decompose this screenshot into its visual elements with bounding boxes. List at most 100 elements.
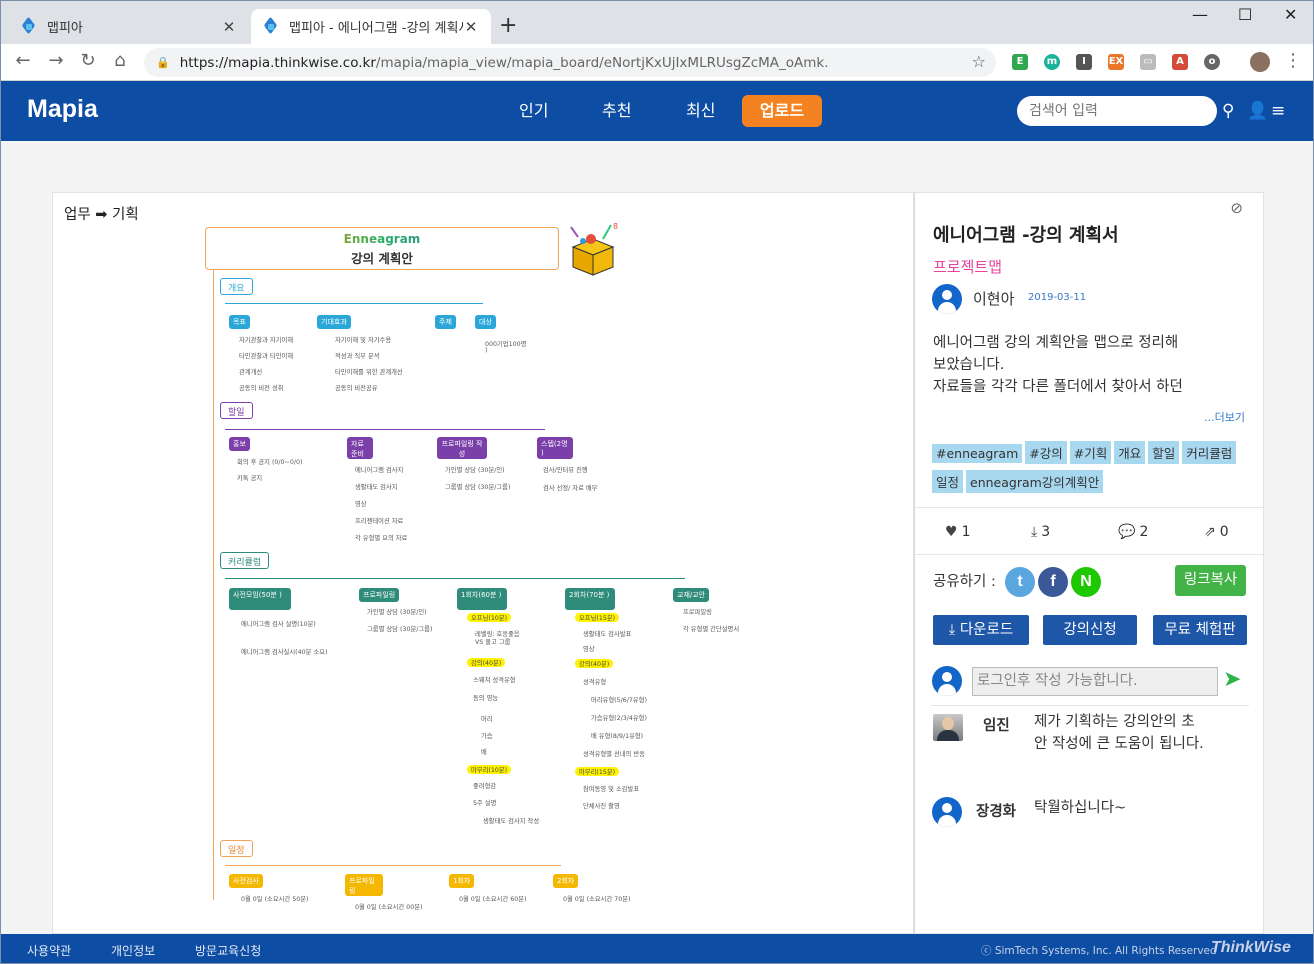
profile-avatar-icon[interactable] <box>1250 52 1270 72</box>
leaf: 각 유형별 간단설명서 <box>683 626 740 633</box>
evernote-extension-icon[interactable]: E <box>1012 54 1028 70</box>
facebook-icon[interactable]: f <box>1038 567 1068 597</box>
tag[interactable]: enneagram강의계획안 <box>966 470 1104 493</box>
card-extension-icon[interactable]: ▭ <box>1140 54 1156 70</box>
user-icon[interactable]: 👤 <box>1247 101 1268 121</box>
tag[interactable]: #강의 <box>1025 441 1067 464</box>
comment-icon: 💬 <box>1118 524 1136 540</box>
search-input[interactable] <box>1017 96 1217 126</box>
hamburger-menu-icon[interactable]: ≡ <box>1271 101 1285 121</box>
new-tab-button[interactable]: + <box>499 13 517 38</box>
mapia-favicon-icon <box>21 19 37 35</box>
tab-close-icon[interactable]: ✕ <box>463 18 479 36</box>
section-curriculum[interactable]: 커리큘럼 <box>220 552 270 569</box>
twitter-icon[interactable]: t <box>1005 567 1035 597</box>
m-extension-icon[interactable]: m <box>1044 54 1060 70</box>
tag[interactable]: 일정 <box>932 470 964 493</box>
ex-extension-icon[interactable]: EX <box>1108 54 1124 70</box>
tab-close-icon[interactable]: ✕ <box>221 18 237 36</box>
footer-terms-link[interactable]: 사용약관 <box>27 942 71 959</box>
comment-input[interactable]: 로그인후 작성 가능합니다. <box>972 667 1218 696</box>
highlight-opening: 오프닝(10분) <box>467 613 512 622</box>
node-textbook[interactable]: 교재/교안 <box>673 588 710 602</box>
forward-icon[interactable]: → <box>44 50 68 71</box>
naver-icon[interactable]: N <box>1071 567 1101 597</box>
node-pre-meeting[interactable]: 사전모임(50분 ) <box>229 588 291 610</box>
leaf: 가인별 상담 (30분/인) <box>445 467 505 474</box>
share-stat[interactable]: ⇗ 0 <box>1204 524 1229 540</box>
close-window-button[interactable]: ✕ <box>1284 5 1297 24</box>
leaf: 000기업100명 <box>485 341 527 348</box>
o-extension-icon[interactable]: o <box>1204 54 1220 70</box>
tab-mapia[interactable]: 맵피아 ✕ <box>9 9 249 44</box>
comment-stat[interactable]: 💬 2 <box>1118 524 1148 540</box>
node-promo[interactable]: 홍보 <box>229 437 250 451</box>
copy-link-button[interactable]: 링크복사 <box>1175 565 1246 596</box>
address-bar: ← → ↻ ⌂ 🔒 https://mapia.thinkwise.co.kr /… <box>1 44 1313 81</box>
hide-panel-icon[interactable]: ⊘ <box>1230 199 1243 217</box>
leaf: 0월 0일 (소요시간 60분) <box>459 896 527 903</box>
leaf: 그룹별 상담 (30분/그룹) <box>445 484 511 491</box>
node-pre-test[interactable]: 사전검사 <box>229 874 263 888</box>
node-material[interactable]: 자료 준비 <box>347 437 373 459</box>
section-todo[interactable]: 할일 <box>220 402 253 419</box>
free-trial-button[interactable]: 무료 체험판 <box>1153 615 1247 645</box>
mindmap[interactable]: Enneagram 강의 계획안 8 개요 목표 기대효과 주제 대상 자기관찰… <box>205 222 765 923</box>
send-icon[interactable]: ➤ <box>1223 667 1241 692</box>
minimize-button[interactable]: — <box>1192 5 1208 24</box>
pdf-extension-icon[interactable]: A <box>1172 54 1188 70</box>
bookmark-star-icon[interactable]: ☆ <box>972 52 986 71</box>
course-apply-button[interactable]: 강의신청 <box>1043 615 1137 645</box>
nav-latest[interactable]: 최신 <box>686 97 715 121</box>
tag[interactable]: 커리큘럼 <box>1182 441 1237 464</box>
mapia-logo[interactable]: Mapia <box>27 95 98 124</box>
node-staff[interactable]: 스텝(2명 ) <box>537 437 573 459</box>
highlight-closing: 마무리(10분) <box>467 765 512 774</box>
section-overview[interactable]: 개요 <box>220 278 253 295</box>
leaf: 타인이해를 위한 관계개선 <box>335 369 403 376</box>
node-schedule-round1[interactable]: 1회차 <box>449 874 475 888</box>
node-topic[interactable]: 주제 <box>435 315 456 329</box>
like-stat[interactable]: ♥ 1 <box>945 524 970 540</box>
download-button[interactable]: ⤓ 다운로드 <box>933 615 1029 645</box>
node-schedule-round2[interactable]: 2회차 <box>553 874 579 888</box>
nav-popular[interactable]: 인기 <box>519 97 548 121</box>
leaf: 에니어그램 검사실시(40분 소요) <box>241 649 328 656</box>
author-name[interactable]: 이현아 <box>973 288 1014 309</box>
url-path: /mapia/mapia_view/mapia_board/eNortjKxUj… <box>375 54 829 71</box>
download-icon: ⤓ <box>948 622 960 638</box>
node-effect[interactable]: 기대효과 <box>317 315 351 329</box>
leaf: 영상 <box>583 646 595 653</box>
menu-dots-icon[interactable]: ⋮ <box>1281 50 1305 71</box>
breadcrumb: 업무 ➡ 기획 <box>64 207 139 223</box>
tag[interactable]: 할일 <box>1148 441 1180 464</box>
upload-button[interactable]: 업로드 <box>742 95 822 127</box>
node-round2[interactable]: 2회차(70분 ) <box>565 588 615 610</box>
node-schedule-profiling[interactable]: 프로파일링 <box>345 874 383 896</box>
back-icon[interactable]: ← <box>11 50 35 71</box>
tag[interactable]: 개요 <box>1114 441 1146 464</box>
url-field[interactable]: 🔒 https://mapia.thinkwise.co.kr/mapia/ma… <box>144 48 996 77</box>
description: 에니어그램 강의 계획안을 맵으로 정리해 보았습니다. 자료들을 각각 다른 … <box>933 332 1233 398</box>
tab-enneagram[interactable]: 맵피아 - 에니어그램 -강의 계획서 ✕ <box>251 9 491 44</box>
node-profiling[interactable]: 프로파일링 <box>359 588 400 602</box>
node-goal[interactable]: 목표 <box>229 315 250 329</box>
section-schedule[interactable]: 일정 <box>220 840 253 857</box>
tag[interactable]: #enneagram <box>932 444 1023 463</box>
reload-icon[interactable]: ↻ <box>76 50 100 71</box>
leaf: 적성과 직무 분석 <box>335 353 380 360</box>
search-icon[interactable]: ⚲ <box>1222 101 1234 121</box>
footer-privacy-link[interactable]: 개인정보 <box>111 942 155 959</box>
node-target[interactable]: 대상 <box>475 315 496 329</box>
nav-recommended[interactable]: 추천 <box>602 97 631 121</box>
node-round1[interactable]: 1회차(60분 ) <box>457 588 507 610</box>
download-stat[interactable]: ⤓ 3 <box>1031 524 1050 540</box>
more-link[interactable]: ...더보기 <box>1204 409 1245 425</box>
footer-visit-education-link[interactable]: 방문교육신청 <box>195 942 261 959</box>
i-extension-icon[interactable]: I <box>1076 54 1092 70</box>
leaf: 영상 <box>355 501 367 508</box>
maximize-button[interactable]: ☐ <box>1238 5 1252 24</box>
tag[interactable]: #기획 <box>1069 441 1112 464</box>
node-profile[interactable]: 프로파일링 작성 <box>437 437 487 459</box>
home-icon[interactable]: ⌂ <box>108 50 132 71</box>
